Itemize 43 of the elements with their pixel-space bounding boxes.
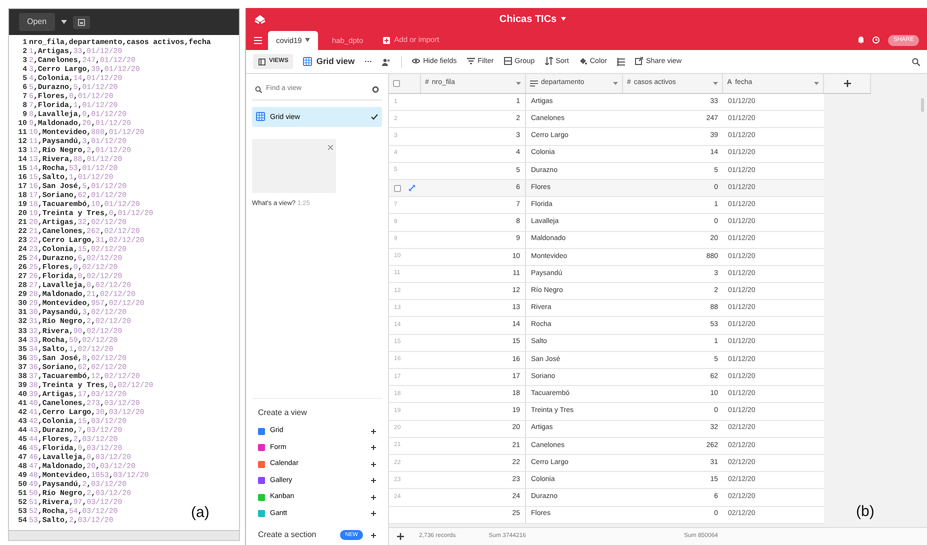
plus-square-icon[interactable] bbox=[383, 36, 390, 44]
plus-icon bbox=[371, 428, 376, 434]
base-title[interactable]: Chicas TICs bbox=[499, 12, 557, 26]
eye-icon bbox=[412, 57, 420, 66]
expand-icon[interactable] bbox=[409, 185, 415, 192]
people-icon[interactable] bbox=[382, 58, 392, 66]
plus-icon bbox=[371, 445, 376, 450]
external-link-icon bbox=[635, 57, 644, 66]
close-icon[interactable] bbox=[328, 144, 333, 150]
plus-icon bbox=[371, 462, 376, 467]
create-section-link[interactable]: Create a section bbox=[258, 529, 316, 541]
row-height-icon[interactable] bbox=[617, 58, 626, 66]
group-icon bbox=[504, 57, 512, 66]
checkbox[interactable] bbox=[394, 184, 401, 192]
checkbox[interactable] bbox=[393, 80, 400, 87]
plus-icon bbox=[371, 511, 376, 516]
paint-bucket-icon bbox=[578, 57, 587, 66]
open-button[interactable]: Open bbox=[19, 13, 55, 31]
search-icon bbox=[255, 86, 262, 93]
plus-icon bbox=[371, 478, 376, 484]
caret-icon[interactable] bbox=[60, 20, 67, 24]
view-name[interactable]: Grid view bbox=[316, 55, 355, 68]
plus-icon bbox=[371, 494, 376, 500]
filter-icon bbox=[466, 57, 475, 66]
long-text-icon bbox=[530, 80, 538, 87]
grid-icon bbox=[256, 112, 265, 122]
create-view-heading: Create a view bbox=[257, 407, 308, 419]
logo-icon bbox=[254, 14, 266, 24]
add-field-icon[interactable] bbox=[844, 80, 850, 87]
search-icon[interactable] bbox=[912, 58, 920, 66]
menu-icon[interactable] bbox=[254, 36, 262, 44]
panel-caption: (a) bbox=[191, 502, 210, 522]
history-icon[interactable] bbox=[872, 36, 880, 44]
caret-icon bbox=[304, 38, 310, 42]
grid-icon bbox=[303, 57, 312, 66]
add-row-icon[interactable] bbox=[396, 533, 404, 540]
caret-icon[interactable] bbox=[560, 17, 566, 21]
check-icon bbox=[371, 114, 378, 120]
sidebar-icon bbox=[258, 58, 266, 66]
bell-icon[interactable] bbox=[858, 36, 864, 44]
panel-caption: (b) bbox=[856, 502, 874, 522]
sort-icon bbox=[544, 57, 553, 66]
plus-icon[interactable] bbox=[371, 532, 376, 538]
